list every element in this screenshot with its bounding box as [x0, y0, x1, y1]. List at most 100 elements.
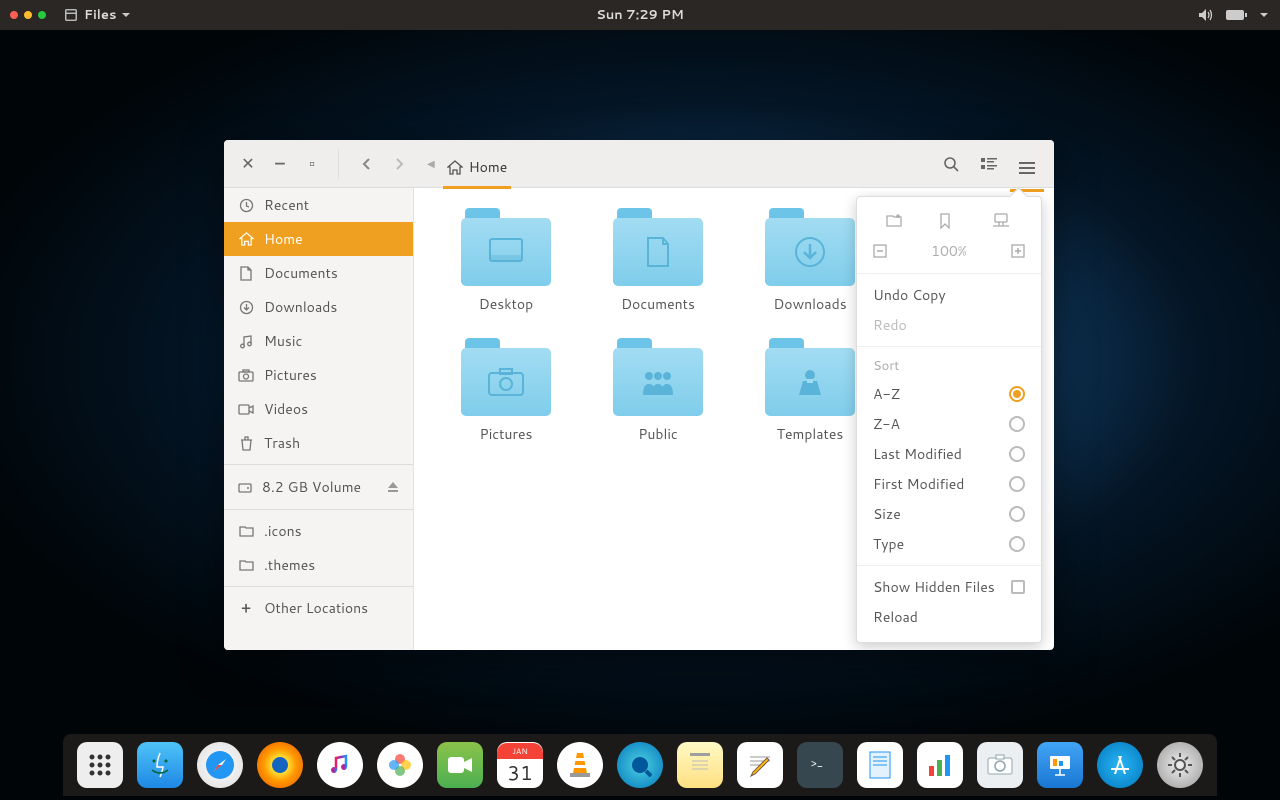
camera-icon [238, 367, 254, 383]
sidebar-label: .icons [264, 521, 302, 541]
sidebar-item-other-locations[interactable]: + Other Locations [224, 591, 413, 625]
sidebar: Recent Home Documents Downloads Music Pi… [224, 188, 414, 650]
chevron-down-icon [122, 13, 130, 18]
breadcrumb-label: Home [469, 157, 508, 177]
dock-facetime[interactable] [437, 742, 483, 788]
sort-type[interactable]: Type [857, 529, 1041, 559]
zoom-out-button[interactable] [873, 244, 887, 258]
document-icon [238, 265, 254, 281]
undo-menu-item[interactable]: Undo Copy [857, 280, 1041, 310]
battery-icon[interactable] [1226, 9, 1248, 21]
folder-icon [765, 338, 855, 416]
dock-calendar[interactable]: JAN31 [497, 742, 543, 788]
folder-label: Templates [777, 424, 844, 444]
hamburger-menu-button[interactable] [1010, 147, 1044, 192]
sidebar-item-music[interactable]: Music [224, 324, 413, 358]
close-button[interactable]: ✕ [234, 150, 262, 178]
download-icon [238, 299, 254, 315]
show-hidden-files[interactable]: Show Hidden Files [857, 572, 1041, 602]
dock-stickies[interactable] [677, 742, 723, 788]
clock-icon [238, 197, 254, 213]
sidebar-item-trash[interactable]: Trash [224, 426, 413, 460]
dock-safari[interactable] [197, 742, 243, 788]
drive-icon [238, 480, 252, 494]
sort-za[interactable]: Z-A [857, 409, 1041, 439]
popover-action-row [857, 207, 1041, 235]
folder-label: Pictures [480, 424, 533, 444]
sidebar-item-videos[interactable]: Videos [224, 392, 413, 426]
dock-appstore[interactable] [1097, 742, 1143, 788]
sidebar-item-documents[interactable]: Documents [224, 256, 413, 290]
sort-size[interactable]: Size [857, 499, 1041, 529]
radio-icon [1009, 476, 1025, 492]
breadcrumb-home[interactable]: Home [443, 149, 512, 189]
dock-firefox[interactable] [257, 742, 303, 788]
menubar-clock[interactable]: Sun 7:29 PM [596, 6, 684, 24]
sidebar-item-themes-folder[interactable]: .themes [224, 548, 413, 582]
maximize-button[interactable]: ▫ [298, 150, 326, 178]
sidebar-label: 8.2 GB Volume [262, 477, 361, 497]
back-button[interactable] [351, 149, 381, 179]
sidebar-item-pictures[interactable]: Pictures [224, 358, 413, 392]
sidebar-item-home[interactable]: Home [224, 222, 413, 256]
dock-quicktime[interactable] [617, 742, 663, 788]
sidebar-item-volume[interactable]: 8.2 GB Volume [224, 469, 413, 505]
traffic-yellow [24, 11, 32, 19]
bookmark-icon[interactable] [939, 213, 959, 229]
view-toggle-button[interactable] [972, 147, 1006, 181]
dock-terminal[interactable]: >_ [797, 742, 843, 788]
folder-label: Public [638, 424, 678, 444]
dock-apps[interactable] [77, 742, 123, 788]
eject-button[interactable] [387, 481, 399, 493]
dock-settings[interactable] [1157, 742, 1203, 788]
dock-photos[interactable] [377, 742, 423, 788]
sort-last-modified[interactable]: Last Modified [857, 439, 1041, 469]
dock-vlc[interactable] [557, 742, 603, 788]
home-icon [447, 160, 463, 175]
home-icon [238, 231, 254, 247]
separator [857, 346, 1041, 347]
radio-icon [1009, 416, 1025, 432]
folder-label: Documents [621, 294, 695, 314]
sidebar-item-downloads[interactable]: Downloads [224, 290, 413, 324]
sidebar-label: Home [264, 229, 303, 249]
dock-keynote[interactable] [1037, 742, 1083, 788]
checkbox-icon [1011, 580, 1025, 594]
video-icon [238, 401, 254, 417]
dock-charts[interactable] [917, 742, 963, 788]
radio-icon [1009, 536, 1025, 552]
forward-button[interactable] [385, 149, 415, 179]
music-icon [238, 333, 254, 349]
redo-menu-item: Redo [857, 310, 1041, 340]
sort-az[interactable]: A-Z [857, 379, 1041, 409]
dock-textedit[interactable] [737, 742, 783, 788]
dock-finder[interactable] [137, 742, 183, 788]
folder-label: Downloads [773, 294, 846, 314]
folder-pictures[interactable]: Pictures [434, 338, 578, 444]
search-button[interactable] [934, 147, 968, 181]
zoom-in-button[interactable] [1011, 244, 1025, 258]
sidebar-item-recent[interactable]: Recent [224, 188, 413, 222]
chevron-down-icon[interactable] [1260, 13, 1268, 18]
breadcrumb: ◀ Home [427, 149, 511, 178]
sort-section-label: Sort [857, 353, 1041, 379]
sort-first-modified[interactable]: First Modified [857, 469, 1041, 499]
divider [338, 149, 339, 179]
minimize-button[interactable]: – [266, 150, 294, 178]
folder-public[interactable]: Public [586, 338, 730, 444]
app-menu[interactable]: Files [64, 6, 130, 24]
sidebar-label: Documents [264, 263, 338, 283]
new-folder-icon[interactable] [886, 213, 906, 229]
connect-icon[interactable] [992, 213, 1012, 229]
folder-icon [461, 208, 551, 286]
dock-itunes[interactable] [317, 742, 363, 788]
dock-screenshot[interactable] [977, 742, 1023, 788]
zoom-value: 100% [931, 241, 967, 261]
dock-writer[interactable] [857, 742, 903, 788]
folder-documents[interactable]: Documents [586, 208, 730, 314]
app-menu-label: Files [84, 6, 116, 24]
folder-desktop[interactable]: Desktop [434, 208, 578, 314]
sidebar-item-icons-folder[interactable]: .icons [224, 514, 413, 548]
reload-menu-item[interactable]: Reload [857, 602, 1041, 632]
volume-icon[interactable] [1198, 8, 1214, 22]
